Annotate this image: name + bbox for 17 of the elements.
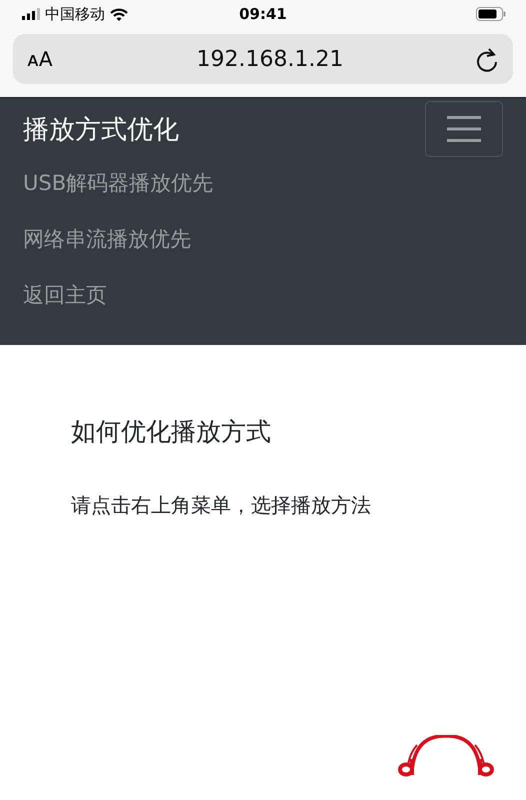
- clock-time: 09:41: [239, 5, 287, 23]
- page-heading: 如何优化播放方式: [71, 416, 272, 448]
- instruction-text: 请点击右上角菜单，选择播放方法: [71, 492, 372, 519]
- menu-link[interactable]: 网络串流播放优先: [23, 224, 191, 254]
- signal-icon: [22, 8, 40, 20]
- reload-icon[interactable]: [475, 46, 499, 72]
- carrier-name: 中国移动: [45, 4, 105, 24]
- menu-icon: [447, 116, 481, 142]
- battery-icon: [476, 7, 506, 21]
- wifi-icon: [110, 8, 128, 20]
- text-size-button[interactable]: ᴀA: [27, 47, 87, 71]
- headphones-logo-icon: [397, 735, 495, 777]
- navbar-brand[interactable]: 播放方式优化: [23, 112, 179, 146]
- menu-link[interactable]: 返回主页: [23, 280, 107, 310]
- address-field[interactable]: ᴀA 192.168.1.21: [13, 34, 513, 84]
- menu-button[interactable]: [425, 101, 503, 157]
- menu-link[interactable]: USB解码器播放优先: [23, 168, 214, 198]
